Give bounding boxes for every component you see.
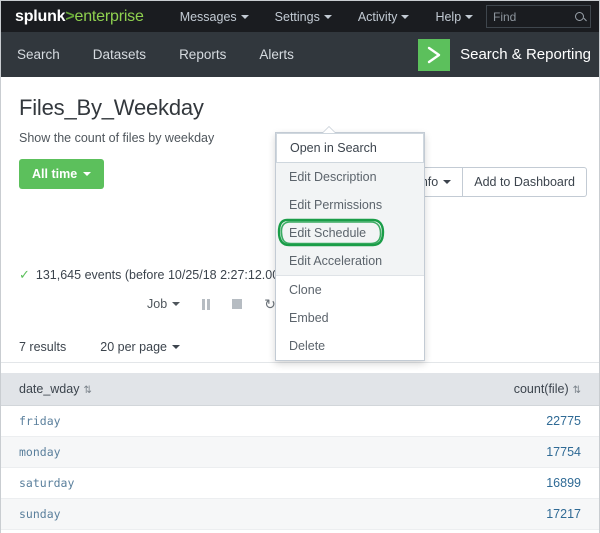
app-chevron-icon	[418, 39, 450, 71]
menu-messages[interactable]: Messages	[180, 10, 249, 24]
menu-item-edit-description[interactable]: Edit Description	[276, 163, 424, 191]
time-range-label: All time	[32, 167, 77, 181]
chevron-down-icon	[241, 15, 249, 19]
logo-chevron-text: >	[65, 8, 74, 25]
column-header-date-wday-label: date_wday	[19, 382, 79, 396]
table-header-row: date_wday ⇅ count(file) ⇅	[1, 373, 599, 406]
table-row[interactable]: saturday 16899	[1, 468, 599, 499]
nav-item-search[interactable]: Search	[17, 47, 60, 62]
menu-help-label: Help	[435, 10, 461, 24]
cell-count[interactable]: 21541	[308, 530, 599, 533]
event-count-status: ✓ 131,645 events (before 10/25/18 2:27:1…	[19, 267, 286, 283]
cell-count[interactable]: 17754	[308, 437, 599, 468]
cell-date-wday[interactable]: monday	[1, 437, 308, 468]
chevron-down-icon	[465, 15, 473, 19]
menu-item-open-in-search[interactable]: Open in Search	[276, 133, 424, 163]
menu-settings-label: Settings	[275, 10, 320, 24]
event-count-text: 131,645 events (before 10/25/18 2:27:12.…	[36, 268, 286, 282]
nav-item-reports[interactable]: Reports	[179, 47, 226, 62]
column-header-count-file[interactable]: count(file) ⇅	[308, 373, 599, 406]
chevron-down-icon	[172, 345, 180, 349]
per-page-label: 20 per page	[100, 340, 167, 354]
column-header-date-wday[interactable]: date_wday ⇅	[1, 373, 308, 406]
find-input-placeholder: Find	[493, 10, 575, 24]
menu-item-edit-schedule[interactable]: Edit Schedule	[276, 219, 424, 247]
app-name-label: Search & Reporting	[460, 46, 591, 63]
chevron-down-icon	[83, 172, 91, 176]
app-identity: Search & Reporting	[418, 32, 591, 77]
menu-item-edit-permissions[interactable]: Edit Permissions	[276, 191, 424, 219]
chevron-down-icon	[401, 15, 409, 19]
cell-date-wday[interactable]: thursday	[1, 530, 308, 533]
menu-settings[interactable]: Settings	[275, 10, 332, 24]
table-row[interactable]: friday 22775	[1, 406, 599, 437]
menu-item-delete[interactable]: Delete	[276, 332, 424, 360]
menu-item-embed[interactable]: Embed	[276, 304, 424, 332]
cell-date-wday[interactable]: saturday	[1, 468, 308, 499]
splunk-logo[interactable]: splunk>enterprise	[15, 8, 144, 26]
menu-item-edit-acceleration[interactable]: Edit Acceleration	[276, 247, 424, 275]
menu-messages-label: Messages	[180, 10, 237, 24]
stop-icon[interactable]	[232, 299, 242, 309]
check-icon: ✓	[19, 267, 30, 283]
add-to-dashboard-button[interactable]: Add to Dashboard	[463, 167, 587, 197]
cell-count[interactable]: 16899	[308, 468, 599, 499]
splunk-report-page: splunk>enterprise Messages Settings Acti…	[0, 0, 600, 533]
find-search-box[interactable]: Find	[486, 5, 591, 28]
job-menu-button[interactable]: Job	[147, 297, 180, 311]
sort-updown-icon: ⇅	[573, 385, 581, 396]
add-to-dashboard-label: Add to Dashboard	[474, 175, 575, 189]
cell-count[interactable]: 22775	[308, 406, 599, 437]
sort-updown-icon: ⇅	[83, 385, 91, 396]
job-menu-label: Job	[147, 297, 167, 311]
table-row[interactable]: sunday 17217	[1, 499, 599, 530]
global-menu: Messages Settings Activity Help	[180, 10, 473, 24]
chevron-down-icon	[324, 15, 332, 19]
per-page-selector[interactable]: 20 per page	[100, 340, 180, 354]
cell-count[interactable]: 17217	[308, 499, 599, 530]
menu-activity[interactable]: Activity	[358, 10, 410, 24]
nav-item-alerts[interactable]: Alerts	[259, 47, 294, 62]
results-table-head: date_wday ⇅ count(file) ⇅	[1, 373, 599, 406]
cell-date-wday[interactable]: sunday	[1, 499, 308, 530]
pause-icon[interactable]	[202, 299, 210, 310]
edit-dropdown-menu: Open in Search Edit Description Edit Per…	[275, 132, 425, 361]
results-table: date_wday ⇅ count(file) ⇅ friday 22775 mon…	[1, 373, 599, 533]
column-header-count-file-label: count(file)	[514, 382, 569, 396]
page-title: Files_By_Weekday	[1, 77, 599, 121]
time-range-picker[interactable]: All time	[19, 159, 104, 189]
nav-item-datasets[interactable]: Datasets	[93, 47, 146, 62]
table-row[interactable]: thursday 21541	[1, 530, 599, 533]
global-topbar: splunk>enterprise Messages Settings Acti…	[1, 1, 599, 32]
logo-suffix-text: enterprise	[75, 8, 144, 25]
search-icon	[575, 12, 584, 21]
results-table-body: friday 22775 monday 17754 saturday 16899…	[1, 406, 599, 533]
chevron-down-icon	[172, 302, 180, 306]
results-count-label: 7 results	[19, 340, 66, 354]
app-navbar: Search Datasets Reports Alerts Search & …	[1, 32, 599, 77]
menu-item-clone[interactable]: Clone	[276, 275, 424, 304]
table-row[interactable]: monday 17754	[1, 437, 599, 468]
cell-date-wday[interactable]: friday	[1, 406, 308, 437]
logo-main-text: splunk	[15, 8, 65, 25]
menu-activity-label: Activity	[358, 10, 398, 24]
chevron-down-icon	[443, 180, 451, 184]
menu-help[interactable]: Help	[435, 10, 473, 24]
